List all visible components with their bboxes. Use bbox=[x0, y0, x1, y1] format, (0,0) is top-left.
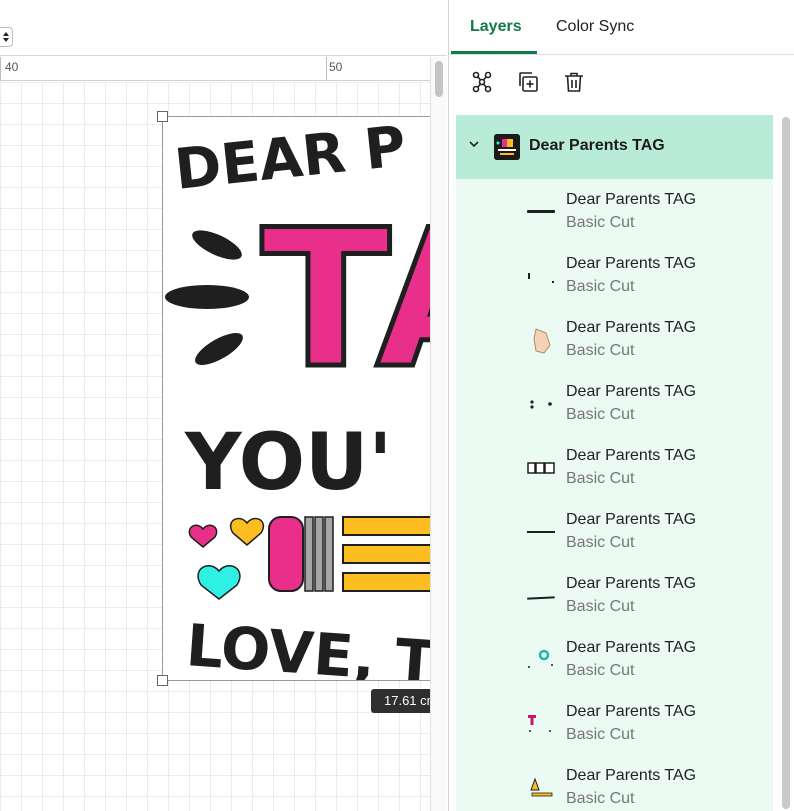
hearts bbox=[188, 517, 265, 600]
layers-panel: Layers Color Sync Dear Parents TAG Dear … bbox=[448, 0, 794, 811]
layer-row[interactable]: Dear Parents TAG Basic Cut bbox=[456, 499, 773, 563]
design-line-4: LOVE, T bbox=[184, 611, 430, 681]
layer-row[interactable]: Dear Parents TAG Basic Cut bbox=[456, 179, 773, 243]
stepper-up-icon[interactable] bbox=[3, 32, 9, 36]
layer-type: Basic Cut bbox=[566, 278, 635, 295]
layer-name: Dear Parents TAG bbox=[566, 255, 697, 272]
layer-row[interactable]: Dear Parents TAG Basic Cut bbox=[456, 435, 773, 499]
canvas-area: 40 50 DEAR P TA YOU' bbox=[0, 0, 447, 811]
layer-type: Basic Cut bbox=[566, 214, 635, 231]
layer-type: Basic Cut bbox=[566, 406, 635, 423]
horizontal-ruler: 40 50 bbox=[0, 57, 430, 81]
layer-type: Basic Cut bbox=[566, 598, 635, 615]
layer-name: Dear Parents TAG bbox=[566, 447, 697, 464]
layer-name: Dear Parents TAG bbox=[566, 767, 697, 784]
group-label: Dear Parents TAG bbox=[529, 137, 665, 154]
layer-name: Dear Parents TAG bbox=[566, 511, 697, 528]
layers-scrollbar-thumb[interactable] bbox=[782, 117, 790, 809]
tab-layers[interactable]: Layers bbox=[470, 18, 522, 36]
duplicate-icon bbox=[519, 72, 538, 92]
canvas-scrollbar-thumb[interactable] bbox=[435, 61, 443, 97]
group-icon bbox=[472, 71, 492, 93]
duplicate-button[interactable] bbox=[514, 68, 542, 96]
layer-row[interactable]: Dear Parents TAG Basic Cut bbox=[456, 627, 773, 691]
layer-row[interactable]: Dear Parents TAG Basic Cut bbox=[456, 371, 773, 435]
layer-type: Basic Cut bbox=[566, 790, 635, 807]
group-button[interactable] bbox=[468, 68, 496, 96]
pink-t-thumb bbox=[526, 709, 556, 739]
layer-row[interactable]: Dear Parents TAG Basic Cut bbox=[456, 691, 773, 755]
size-badge: 17.61 cm bbox=[371, 689, 430, 713]
design-line-3: YOU' bbox=[184, 418, 392, 508]
selected-design[interactable]: DEAR P TA YOU' bbox=[162, 116, 430, 681]
canvas-scrollbar[interactable] bbox=[430, 57, 447, 811]
dots-thumb bbox=[526, 389, 556, 419]
layer-name: Dear Parents TAG bbox=[566, 383, 697, 400]
resize-handle-bottom-left[interactable] bbox=[157, 675, 168, 686]
layer-name: Dear Parents TAG bbox=[566, 639, 697, 656]
chevron-down-icon[interactable] bbox=[469, 139, 479, 149]
cyan-g-thumb bbox=[526, 645, 556, 675]
stepper-down-icon[interactable] bbox=[3, 38, 9, 42]
layer-row[interactable]: Dear Parents TAG Basic Cut bbox=[456, 307, 773, 371]
app-root: 40 50 DEAR P TA YOU' bbox=[0, 0, 794, 811]
layer-type: Basic Cut bbox=[566, 726, 635, 743]
zoom-stepper[interactable] bbox=[0, 27, 13, 47]
layer-type: Basic Cut bbox=[566, 470, 635, 487]
panel-tabs: Layers Color Sync bbox=[449, 0, 794, 55]
delete-icon bbox=[565, 72, 583, 92]
beige-shape-thumb bbox=[526, 325, 556, 355]
youre-it-thumb bbox=[526, 517, 556, 547]
resize-handle-top-left[interactable] bbox=[157, 111, 168, 122]
layer-name: Dear Parents TAG bbox=[566, 319, 697, 336]
delete-button[interactable] bbox=[560, 68, 588, 96]
design-artwork: DEAR P TA YOU' bbox=[165, 117, 430, 681]
burst-lines bbox=[165, 230, 249, 366]
layer-row[interactable]: Dear Parents TAG Basic Cut bbox=[456, 755, 773, 811]
layer-group-row[interactable]: Dear Parents TAG bbox=[456, 115, 773, 179]
layer-row[interactable]: Dear Parents TAG Basic Cut bbox=[456, 563, 773, 627]
layer-name: Dear Parents TAG bbox=[566, 575, 697, 592]
layer-name: Dear Parents TAG bbox=[566, 703, 697, 720]
dear-parents-thumb bbox=[526, 581, 556, 611]
layer-type: Basic Cut bbox=[566, 662, 635, 679]
text-strip-thumb bbox=[526, 197, 556, 227]
layer-type: Basic Cut bbox=[566, 342, 635, 359]
ruler-label: 50 bbox=[329, 60, 343, 74]
layer-type: Basic Cut bbox=[566, 534, 635, 551]
pencil bbox=[268, 516, 430, 592]
small-marks-thumb bbox=[526, 261, 556, 291]
ruler-label: 40 bbox=[5, 60, 19, 74]
layers-toolbar bbox=[449, 56, 794, 108]
layer-name: Dear Parents TAG bbox=[566, 191, 697, 208]
tag-word-thumb bbox=[526, 453, 556, 483]
group-thumbnail-icon bbox=[494, 134, 520, 160]
tab-color-sync[interactable]: Color Sync bbox=[556, 18, 634, 36]
ruler-tick bbox=[0, 57, 1, 81]
ruler-tick bbox=[326, 57, 327, 81]
yellow-a-thumb bbox=[526, 773, 556, 803]
layers-list: Dear Parents TAG Dear Parents TAG Basic … bbox=[456, 115, 773, 811]
canvas-topbar bbox=[0, 0, 447, 56]
layers-scrollbar[interactable] bbox=[780, 115, 792, 811]
layer-row[interactable]: Dear Parents TAG Basic Cut bbox=[456, 243, 773, 307]
active-tab-indicator bbox=[451, 51, 537, 54]
design-line-2: TA bbox=[261, 189, 430, 410]
